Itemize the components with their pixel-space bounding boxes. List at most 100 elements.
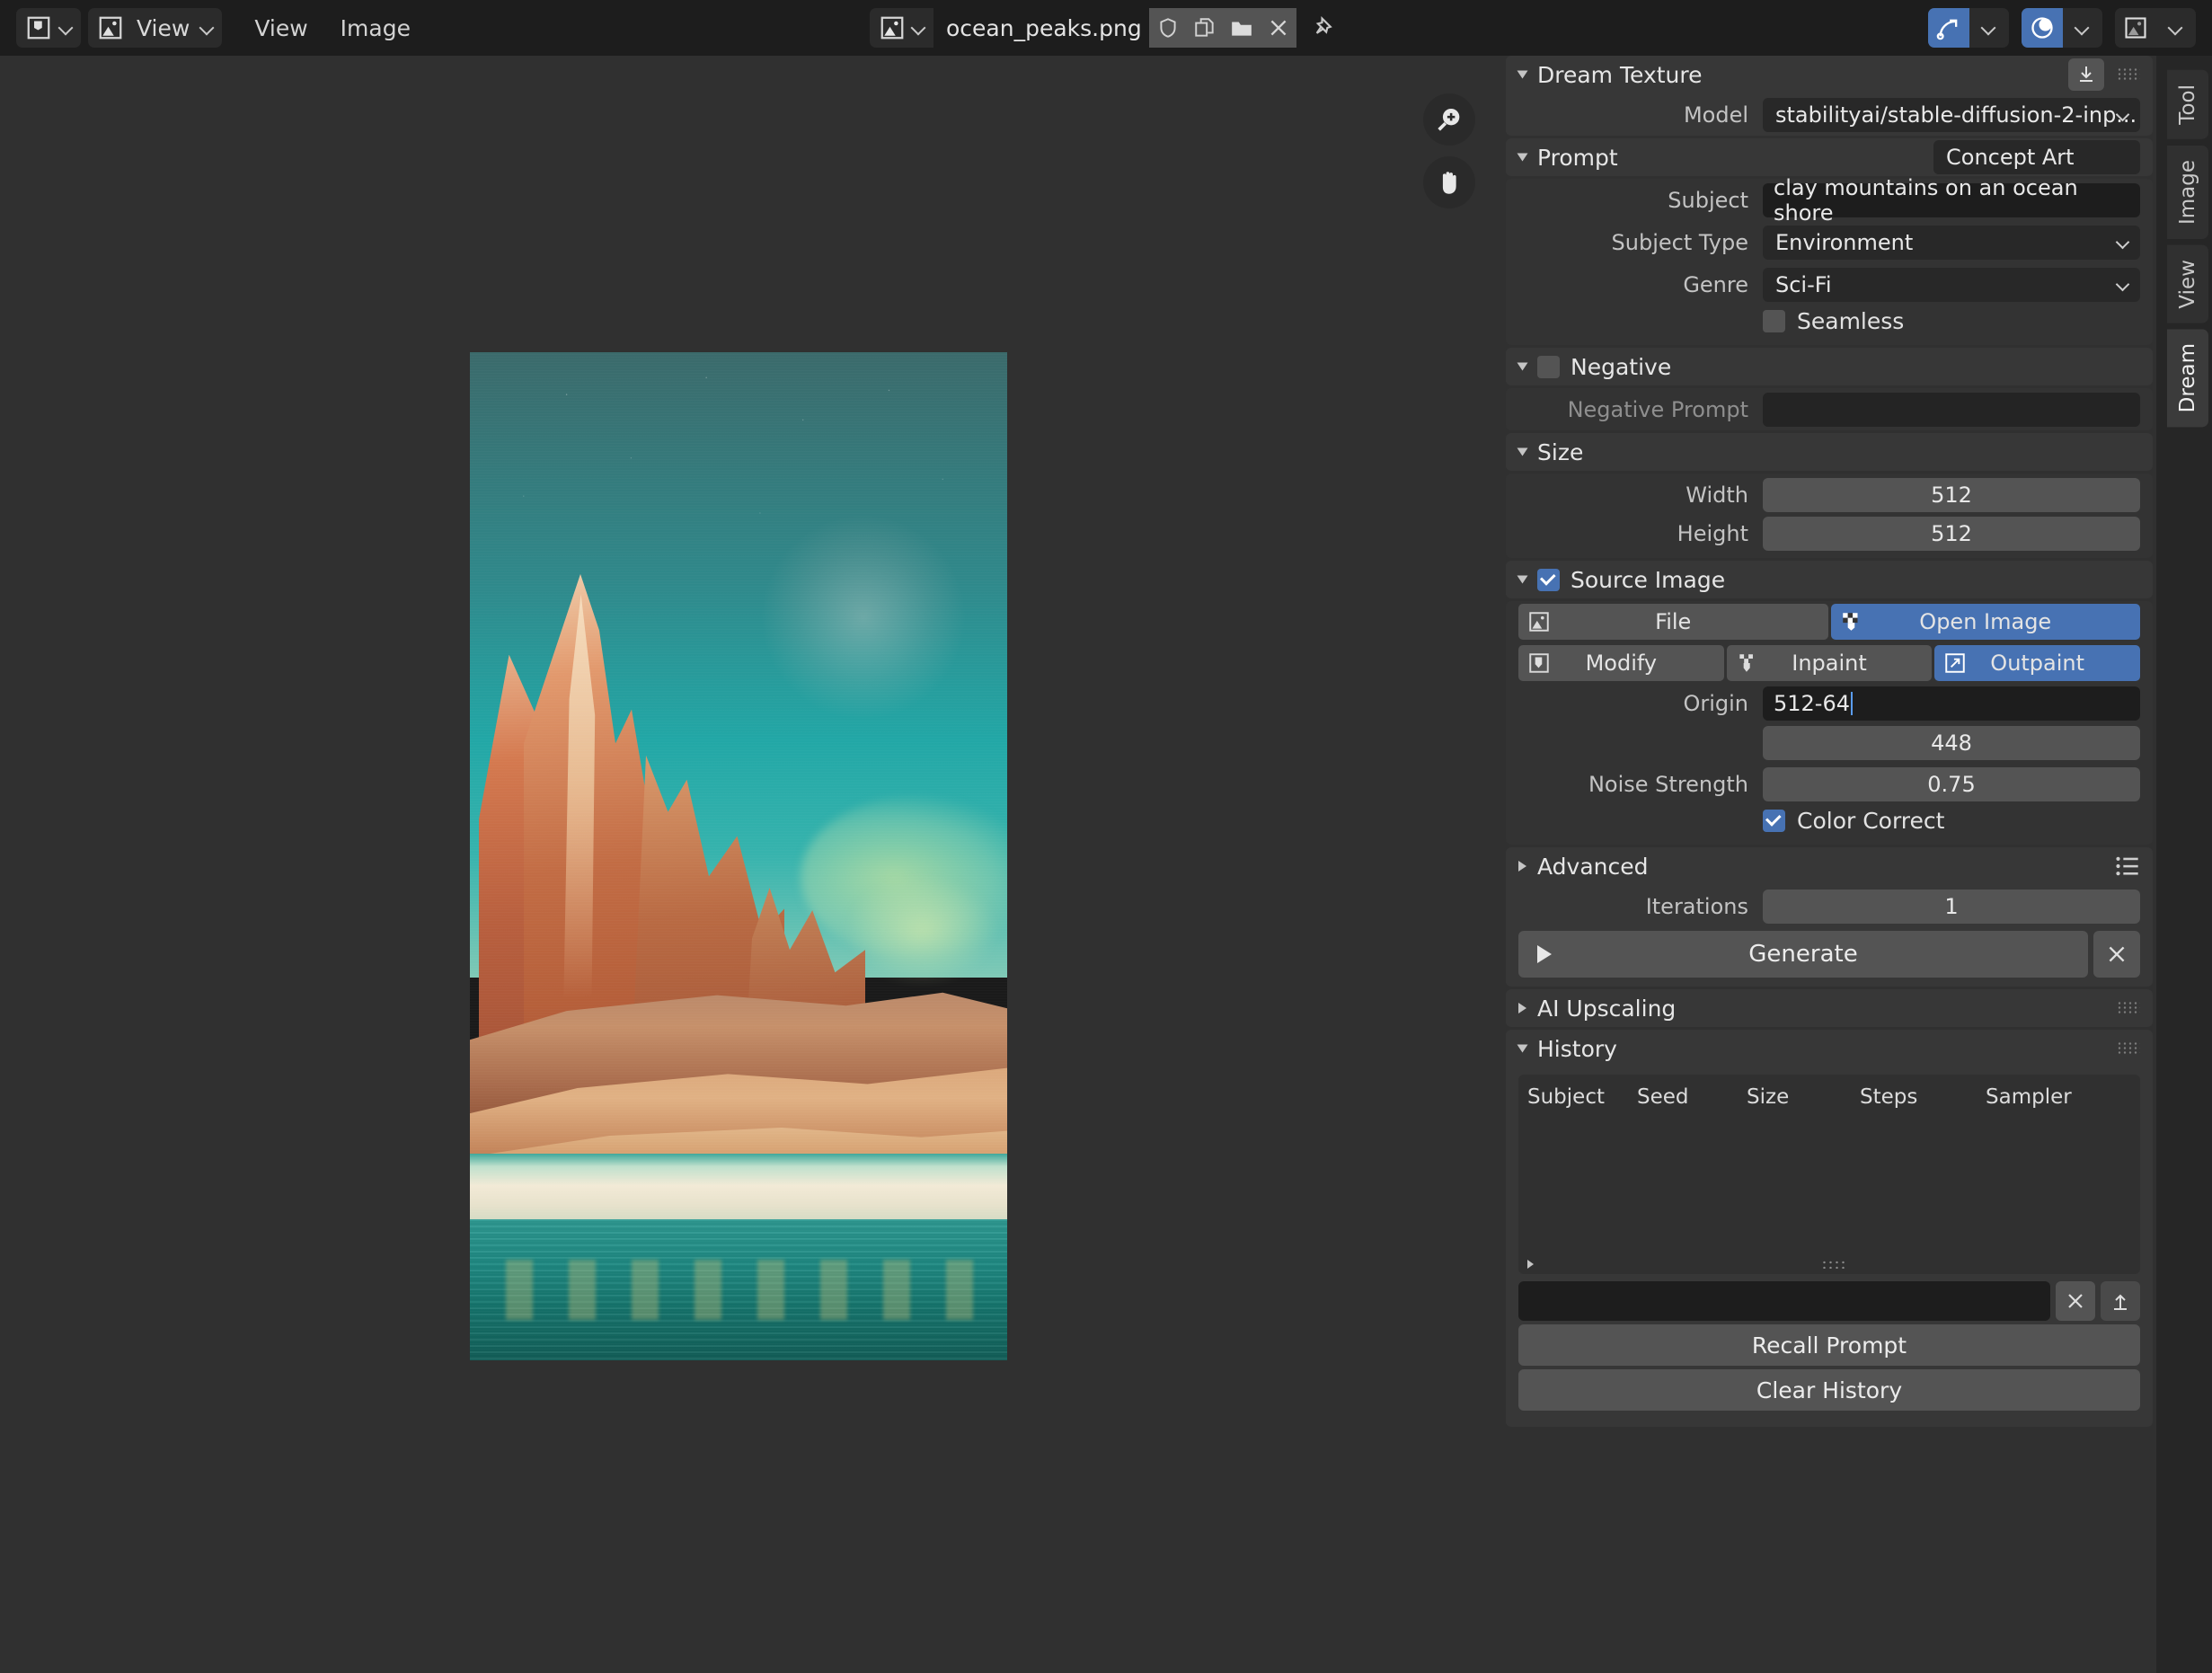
tab-dream[interactable]: Dream bbox=[2167, 329, 2208, 428]
source-image-enable-checkbox[interactable] bbox=[1537, 568, 1560, 591]
outpaint-button[interactable]: Outpaint bbox=[1934, 645, 2141, 681]
subject-input[interactable]: clay mountains on an ocean shore bbox=[1763, 175, 2140, 226]
pin-button[interactable] bbox=[1305, 8, 1345, 48]
inpaint-label: Inpaint bbox=[1792, 651, 1867, 676]
ai-upscaling-header[interactable]: AI Upscaling bbox=[1506, 989, 2153, 1027]
checker-paint-icon bbox=[1840, 610, 1863, 633]
chevron-down-icon[interactable] bbox=[1969, 8, 2009, 48]
history-header[interactable]: History bbox=[1506, 1030, 2153, 1067]
model-dropdown[interactable]: stabilityai/stable-diffusion-2-inp... bbox=[1763, 97, 2140, 132]
origin-y-input[interactable]: 448 bbox=[1763, 726, 2140, 760]
cancel-generate-button[interactable] bbox=[2093, 931, 2140, 978]
noise-strength-row: Noise Strength 0.75 bbox=[1506, 763, 2153, 805]
tab-view[interactable]: View bbox=[2167, 244, 2208, 323]
source-type-row: File Open Image bbox=[1506, 601, 2153, 642]
new-image-copy-button[interactable] bbox=[1186, 8, 1223, 48]
modify-button[interactable]: Modify bbox=[1518, 645, 1724, 681]
generate-button[interactable]: Generate bbox=[1518, 931, 2088, 978]
iterations-input[interactable]: 1 bbox=[1763, 889, 2140, 924]
history-table[interactable]: Subject Seed Size Steps Sampler bbox=[1518, 1075, 2140, 1274]
clear-history-button[interactable]: Clear History bbox=[1518, 1369, 2140, 1411]
editor-type-selector[interactable] bbox=[16, 8, 81, 48]
magnifier-plus-icon bbox=[1438, 108, 1460, 131]
negative-prompt-input[interactable] bbox=[1763, 392, 2140, 427]
image-canvas[interactable] bbox=[0, 56, 1502, 1673]
fake-user-shield-button[interactable] bbox=[1149, 8, 1186, 48]
open-image-folder-button[interactable] bbox=[1223, 8, 1260, 48]
dream-texture-header[interactable]: Dream Texture bbox=[1506, 56, 2153, 93]
generate-row: Generate bbox=[1506, 927, 2153, 987]
chevron-down-icon bbox=[1517, 447, 1528, 456]
seamless-row: Seamless bbox=[1506, 305, 2153, 345]
generated-image-preview[interactable] bbox=[470, 352, 1007, 1360]
genre-label: Genre bbox=[1683, 271, 1748, 297]
source-image-header[interactable]: Source Image bbox=[1506, 561, 2153, 598]
folder-icon bbox=[1231, 22, 1252, 36]
panel-grip-handle[interactable] bbox=[2117, 1001, 2140, 1015]
menu-view[interactable]: View bbox=[238, 15, 323, 41]
chevron-down-icon[interactable] bbox=[2156, 8, 2196, 48]
history-section: History Subject Seed Size Steps Sampler bbox=[1506, 1030, 2153, 1427]
color-correct-checkbox[interactable] bbox=[1763, 809, 1785, 832]
height-input[interactable]: 512 bbox=[1763, 516, 2140, 551]
seamless-label: Seamless bbox=[1797, 307, 1905, 334]
view-mode-selector[interactable]: View bbox=[88, 8, 223, 48]
width-input[interactable]: 512 bbox=[1763, 477, 2140, 512]
origin-x-input[interactable]: 512-64 bbox=[1763, 686, 2140, 721]
image-display-toggle[interactable] bbox=[2115, 8, 2196, 48]
genre-value: Sci-Fi bbox=[1775, 271, 1832, 297]
chevron-down-icon bbox=[1517, 362, 1528, 371]
generate-label: Generate bbox=[1748, 941, 1858, 968]
chevron-down-icon bbox=[2118, 279, 2129, 291]
recall-prompt-button[interactable]: Recall Prompt bbox=[1518, 1324, 2140, 1366]
import-model-button[interactable] bbox=[2068, 58, 2104, 91]
prompt-preset-dropdown[interactable]: Concept Art bbox=[1933, 140, 2140, 174]
advanced-header[interactable]: Advanced bbox=[1506, 847, 2153, 885]
chevron-down-icon[interactable] bbox=[2063, 8, 2102, 48]
negative-enable-checkbox[interactable] bbox=[1537, 355, 1560, 378]
history-clear-search-button[interactable] bbox=[2056, 1281, 2095, 1321]
history-export-button[interactable] bbox=[2101, 1281, 2140, 1321]
inpaint-button[interactable]: Inpaint bbox=[1726, 645, 1933, 681]
genre-dropdown[interactable]: Sci-Fi bbox=[1763, 267, 2140, 302]
tab-image[interactable]: Image bbox=[2167, 145, 2208, 239]
chevron-down-icon bbox=[59, 21, 74, 35]
width-row: Width 512 bbox=[1506, 474, 2153, 516]
chevron-down-icon bbox=[200, 21, 215, 35]
source-file-button[interactable]: File bbox=[1518, 604, 1828, 640]
unlink-image-button[interactable] bbox=[1260, 8, 1296, 48]
chevron-down-icon bbox=[2118, 237, 2129, 249]
height-label: Height bbox=[1677, 520, 1748, 546]
chevron-right-icon[interactable] bbox=[1527, 1260, 1534, 1269]
size-title: Size bbox=[1537, 438, 1584, 465]
pan-gizmo[interactable] bbox=[1423, 156, 1475, 208]
panel-grip-handle[interactable] bbox=[2117, 1041, 2140, 1056]
seamless-checkbox[interactable] bbox=[1763, 309, 1785, 332]
noise-strength-input[interactable]: 0.75 bbox=[1763, 766, 2140, 801]
subject-type-dropdown[interactable]: Environment bbox=[1763, 225, 2140, 260]
size-header[interactable]: Size bbox=[1506, 433, 2153, 471]
overlays-toggle[interactable] bbox=[2022, 8, 2102, 48]
dream-texture-panel: Dream Texture Model stabilityai/stable-d… bbox=[1502, 56, 2156, 1673]
iterations-row: Iterations 1 bbox=[1506, 885, 2153, 927]
source-open-image-button[interactable]: Open Image bbox=[1830, 604, 2140, 640]
source-image-fields: File Open Image Modify Inpaint Outpaint … bbox=[1506, 601, 2153, 845]
size-fields: Width 512 Height 512 bbox=[1506, 474, 2153, 558]
image-name-field[interactable]: ocean_peaks.png bbox=[933, 8, 1149, 48]
negative-header[interactable]: Negative bbox=[1506, 348, 2153, 385]
history-resize-grip[interactable] bbox=[1820, 1260, 1845, 1269]
editor-header: View View Image ocean_peaks.png bbox=[0, 0, 2212, 56]
prompt-header[interactable]: Prompt Concept Art bbox=[1506, 138, 2153, 176]
tab-tool[interactable]: Tool bbox=[2167, 70, 2208, 139]
color-correct-row: Color Correct bbox=[1506, 805, 2153, 845]
upload-icon bbox=[2114, 1294, 2127, 1310]
gizmo-toggle[interactable] bbox=[1928, 8, 2009, 48]
preset-list-icon[interactable] bbox=[2115, 855, 2140, 877]
zoom-gizmo[interactable] bbox=[1423, 93, 1475, 146]
menu-image[interactable]: Image bbox=[324, 15, 427, 41]
sphere-overlay-icon bbox=[2022, 8, 2063, 48]
image-datablock-browse-button[interactable] bbox=[870, 8, 933, 48]
history-search-input[interactable] bbox=[1518, 1281, 2050, 1321]
sidebar-tab-strip: Tool Image View Dream bbox=[2156, 56, 2212, 1673]
panel-grip-handle[interactable] bbox=[2117, 67, 2140, 82]
